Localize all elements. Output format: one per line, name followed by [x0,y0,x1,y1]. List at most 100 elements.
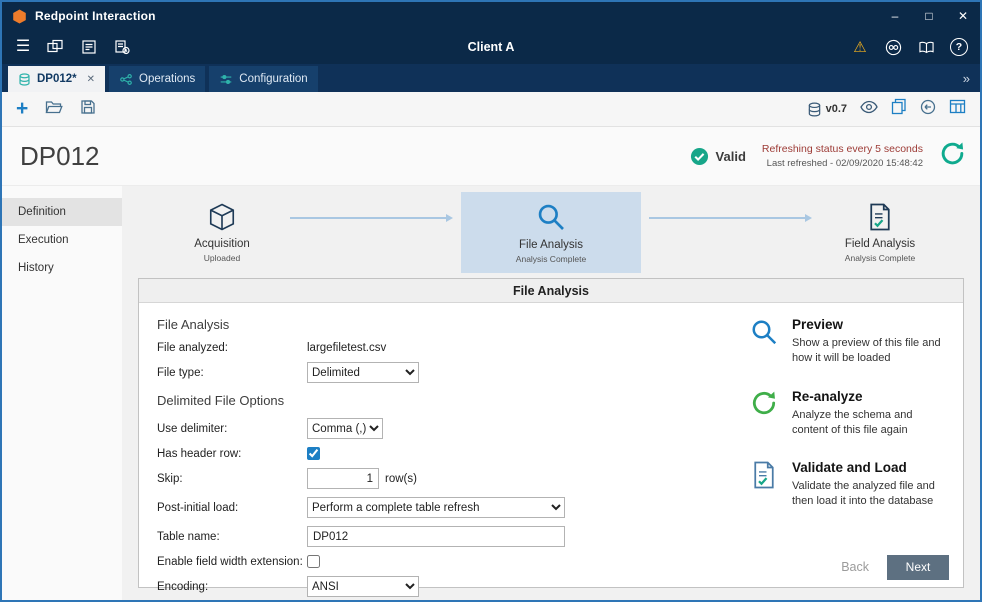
skip-input[interactable] [307,468,379,489]
refresh-note-line1: Refreshing status every 5 seconds [762,143,923,155]
main-area: Definition Execution History Acquisition… [2,186,980,600]
table-name-label: Table name: [157,531,307,543]
tab-label: DP012* [37,73,77,85]
file-analysis-panel: File Analysis File Analysis File analyze… [138,278,964,588]
tab-dp012[interactable]: DP012* ✕ [8,66,105,92]
client-name: Client A [468,40,515,54]
action-validate-load[interactable]: Validate and Load Validate the analyzed … [748,460,945,509]
action-reanalyze[interactable]: Re-analyze Analyze the schema and conten… [748,389,945,438]
page-title: DP012 [20,141,100,172]
maximize-button[interactable]: □ [912,2,946,30]
file-analysis-form: File Analysis File analyzed: largefilete… [157,315,702,547]
sidebar-item-execution[interactable]: Execution [2,226,122,254]
section-delimited-options: Delimited File Options [157,393,702,408]
window-title: Redpoint Interaction [35,9,156,23]
preview-eye-icon[interactable] [860,100,878,119]
file-analyzed-value: largefiletest.csv [307,342,386,354]
refresh-note-line2: Last refreshed - 02/09/2020 15:48:42 [762,158,923,169]
field-has-header-row: Has header row: [157,447,702,460]
valid-check-icon [690,147,709,166]
step-field-analysis[interactable]: Field Analysis Analysis Complete [820,202,940,263]
tab-configuration[interactable]: Configuration [209,66,317,92]
help-icon[interactable]: ? [950,38,968,56]
app-logo-icon [12,9,27,24]
app-window: Redpoint Interaction – □ ✕ ☰ Client A ⚠ [0,0,982,602]
sidebar: Definition Execution History [2,186,122,600]
step-status: Uploaded [204,253,240,263]
back-button[interactable]: Back [841,560,869,574]
version-indicator[interactable]: v0.7 [807,102,847,117]
tab-close-icon[interactable]: ✕ [87,74,95,85]
menu-icon[interactable]: ☰ [14,38,32,56]
step-file-analysis[interactable]: File Analysis Analysis Complete [461,192,641,273]
tab-label: Configuration [239,73,307,85]
table-name-input[interactable] [307,526,565,547]
has-header-row-label: Has header row: [157,448,307,460]
document-toolbar-left: + [16,99,96,120]
field-skip: Skip: row(s) [157,468,702,489]
tab-operations[interactable]: Operations [109,66,205,92]
step-acquisition[interactable]: Acquisition Uploaded [162,202,282,263]
document-toolbar: + v0.7 [2,92,980,127]
workflow-stepper: Acquisition Uploaded File Analysis Analy… [136,186,966,278]
magnifier-icon [535,201,567,233]
reanalyze-refresh-icon [748,389,780,438]
skip-label: Skip: [157,473,307,485]
open-folder-icon[interactable] [45,99,63,120]
tabbar: DP012* ✕ Operations Configuration » [2,64,980,92]
panel-footer: Back Next [139,547,963,587]
link-icon[interactable] [884,38,902,56]
window-controls: – □ ✕ [878,2,980,30]
step-status: Analysis Complete [845,253,915,263]
minimize-button[interactable]: – [878,2,912,30]
step-label: Acquisition [194,238,250,250]
validate-document-icon [748,460,780,509]
close-button[interactable]: ✕ [946,2,980,30]
preview-magnifier-icon [748,317,780,366]
content-area: Acquisition Uploaded File Analysis Analy… [122,186,980,600]
schema-view-icon[interactable] [949,99,966,119]
has-header-row-checkbox[interactable] [307,447,320,460]
appbar: ☰ Client A ⚠ ? [2,30,980,64]
post-initial-load-select[interactable]: Perform a complete table refresh [307,497,565,518]
post-initial-load-label: Post-initial load: [157,502,307,514]
panel-title: File Analysis [139,279,963,303]
field-use-delimiter: Use delimiter: Comma (,) [157,418,702,439]
data-schedule-icon[interactable] [113,38,131,56]
panel-body: File Analysis File analyzed: largefilete… [139,303,963,547]
document-toolbar-right: v0.7 [807,98,966,120]
copy-icon[interactable] [891,98,907,120]
refresh-note: Refreshing status every 5 seconds Last r… [762,143,923,169]
documentation-book-icon[interactable] [917,38,935,56]
step-label: File Analysis [519,239,583,251]
action-title: Validate and Load [792,460,945,475]
document-check-icon [865,202,895,232]
field-file-type: File type: Delimited [157,362,702,383]
documents-icon[interactable] [80,38,98,56]
use-delimiter-select[interactable]: Comma (,) [307,418,383,439]
section-file-analysis: File Analysis [157,317,702,332]
next-button[interactable]: Next [887,555,949,580]
version-label: v0.7 [826,103,847,115]
workspaces-icon[interactable] [47,38,65,56]
action-description: Analyze the schema and content of this f… [792,408,945,438]
page-header: DP012 Valid Refreshing status every 5 se… [2,127,980,186]
save-icon[interactable] [80,99,96,120]
file-analyzed-label: File analyzed: [157,342,307,354]
tab-overflow-icon[interactable]: » [953,71,980,86]
appbar-right-icons: ⚠ ? [851,38,968,56]
new-button[interactable]: + [16,99,28,119]
step-label: Field Analysis [845,238,915,250]
stepper-arrow [290,214,453,222]
field-file-analyzed: File analyzed: largefiletest.csv [157,342,702,354]
file-type-select[interactable]: Delimited [307,362,419,383]
revert-icon[interactable] [920,99,936,120]
field-post-initial-load: Post-initial load: Perform a complete ta… [157,497,702,518]
sidebar-item-history[interactable]: History [2,254,122,282]
sidebar-item-definition[interactable]: Definition [2,198,122,226]
file-type-label: File type: [157,367,307,379]
refresh-icon[interactable] [939,140,966,172]
alerts-icon[interactable]: ⚠ [851,38,869,56]
action-description: Validate the analyzed file and then load… [792,479,945,509]
action-preview[interactable]: Preview Show a preview of this file and … [748,317,945,366]
